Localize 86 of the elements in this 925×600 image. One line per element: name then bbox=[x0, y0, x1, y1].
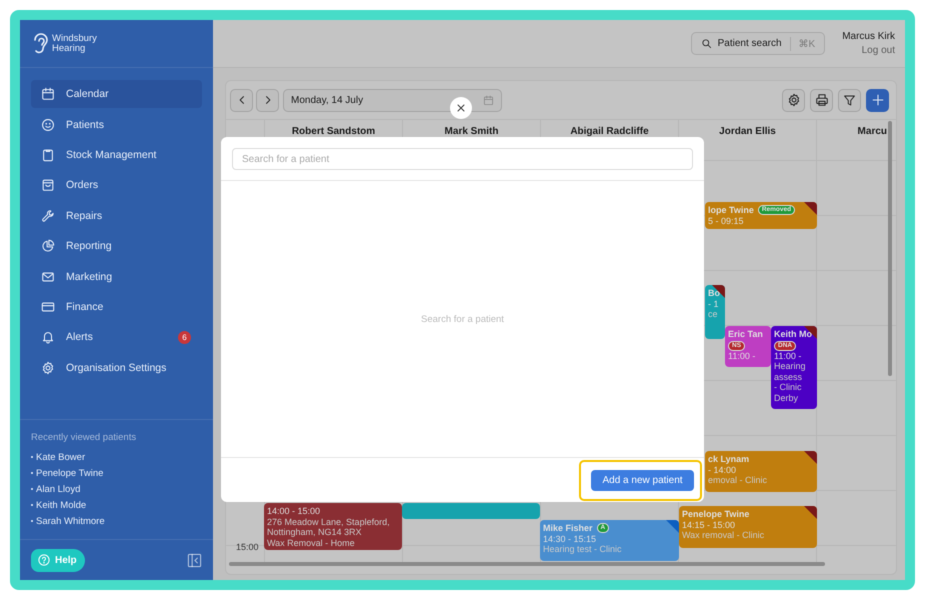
card-icon bbox=[41, 300, 55, 314]
appointment[interactable]: 14:00 - 15:00 276 Meadow Lane, Stapleford, Nottingham, NG14 3RX Wax Removal - Home bbox=[264, 503, 402, 550]
count-badge: 6 bbox=[178, 330, 191, 344]
patient-name: Mike Fisher bbox=[543, 523, 593, 534]
search-icon bbox=[700, 38, 712, 49]
calendar-icon bbox=[483, 94, 494, 106]
user-name: Marcus Kirk bbox=[842, 31, 895, 42]
brand-name: Hearing bbox=[52, 44, 86, 54]
appointment-text: 11:00 - bbox=[774, 350, 802, 361]
settings-button[interactable] bbox=[782, 88, 805, 112]
patient-link[interactable]: Kate Bower bbox=[31, 449, 202, 465]
collapse-sidebar-icon[interactable] bbox=[187, 552, 202, 568]
patient-name: lope Twine bbox=[708, 205, 754, 216]
patient-name: ck Lynam bbox=[708, 454, 750, 464]
plus-icon bbox=[870, 93, 884, 107]
appointment-text: ce bbox=[708, 309, 719, 320]
patient-name: Eric Tan bbox=[728, 329, 763, 340]
patient-search-button[interactable]: Patient search ⌘K bbox=[690, 32, 826, 55]
settings-icon bbox=[786, 93, 800, 107]
brand-name: Windsbury bbox=[52, 34, 97, 44]
appointment-text: Nottingham, NG14 3RX bbox=[267, 527, 363, 538]
filter-button[interactable] bbox=[838, 88, 861, 112]
nav-item[interactable]: Patients bbox=[31, 110, 202, 139]
calendar-icon bbox=[41, 87, 55, 102]
appointment-text: Wax Removal - Home bbox=[267, 538, 356, 548]
empty-message: Search for a patient bbox=[421, 314, 504, 324]
patient-link[interactable]: Keith Molde bbox=[31, 497, 202, 513]
settings-icon bbox=[41, 360, 55, 375]
nav-item[interactable]: Stock Management bbox=[31, 140, 202, 170]
appointment-text: Hearing bbox=[774, 361, 807, 372]
add-button[interactable] bbox=[866, 88, 889, 112]
appointment-text: Hearing test - Clinic bbox=[543, 544, 623, 554]
add-patient-button[interactable]: Add a new patient bbox=[591, 470, 694, 490]
filter-icon bbox=[843, 94, 856, 106]
bag-icon bbox=[41, 178, 55, 192]
appointment-text: 14:30 - 15:15 bbox=[543, 534, 598, 544]
column-header: Abigail Radcliffe bbox=[570, 126, 649, 137]
appointment-text: 276 Meadow Lane, Stapleford, bbox=[267, 516, 391, 527]
date-field[interactable]: Monday, 14 July bbox=[283, 88, 502, 112]
nav-item[interactable]: Marketing bbox=[31, 262, 202, 291]
patient-link[interactable]: Alan Lloyd bbox=[31, 481, 202, 497]
bell-icon bbox=[41, 330, 55, 344]
patient-link[interactable]: Penelope Twine bbox=[31, 465, 202, 481]
column-header: Jordan Ellis bbox=[719, 126, 776, 137]
scrollbar[interactable] bbox=[229, 562, 825, 566]
wrench-icon bbox=[41, 208, 55, 223]
clipboard-icon bbox=[41, 148, 55, 162]
previous-button[interactable] bbox=[230, 88, 253, 112]
patient-link[interactable]: Sarah Whitmore bbox=[31, 513, 202, 529]
close-icon bbox=[455, 102, 467, 114]
next-button[interactable] bbox=[256, 88, 279, 112]
pie-chart-icon bbox=[41, 239, 55, 254]
nav-item[interactable]: Finance bbox=[31, 292, 202, 322]
column-header: Marcu bbox=[858, 126, 887, 137]
nav-item[interactable]: Orders bbox=[31, 171, 202, 200]
print-button[interactable] bbox=[810, 88, 833, 112]
section-title: Recently viewed patients bbox=[31, 432, 138, 443]
scrollbar[interactable] bbox=[888, 121, 892, 376]
appointment-text: Derby bbox=[774, 392, 800, 403]
appointment-text: - 1 bbox=[708, 298, 720, 309]
nav-item[interactable]: Calendar bbox=[31, 80, 202, 108]
question-icon bbox=[38, 554, 50, 566]
envelope-icon bbox=[41, 270, 55, 284]
nav-item[interactable]: Repairs bbox=[31, 202, 202, 230]
patient-name: Bo bbox=[708, 288, 720, 298]
column-header: Robert Sandstom bbox=[292, 126, 376, 137]
nav-item[interactable]: Reporting bbox=[31, 232, 202, 260]
patient-name: Keith Mo bbox=[774, 329, 812, 340]
column-header: Mark Smith bbox=[444, 126, 498, 137]
time-label: 15:00 bbox=[236, 542, 259, 552]
appointment-text: 11:00 - bbox=[728, 350, 756, 361]
nav-item[interactable]: Alerts 6 bbox=[31, 323, 202, 352]
appointment-text: - Clinic bbox=[774, 382, 803, 392]
appointment-text: 14:00 - 15:00 bbox=[267, 506, 322, 516]
appointment-text: emoval - Clinic bbox=[708, 475, 768, 486]
nav-item[interactable]: Organisation Settings bbox=[31, 354, 202, 382]
appointment-text: 14:15 - 15:00 bbox=[682, 520, 736, 530]
logout-link[interactable]: Log out bbox=[862, 45, 895, 56]
search-field[interactable]: Search for a patient bbox=[232, 148, 693, 170]
appointment-text: assess bbox=[774, 372, 804, 382]
appointment-text: 5 - 09:15 bbox=[708, 216, 745, 226]
printer-icon bbox=[814, 93, 828, 107]
appointment-text: Wax removal - Clinic bbox=[682, 530, 766, 540]
appointment-text: - 14:00 bbox=[708, 464, 738, 475]
smiley-icon bbox=[41, 118, 55, 132]
patient-name: Penelope Twine bbox=[682, 509, 750, 520]
